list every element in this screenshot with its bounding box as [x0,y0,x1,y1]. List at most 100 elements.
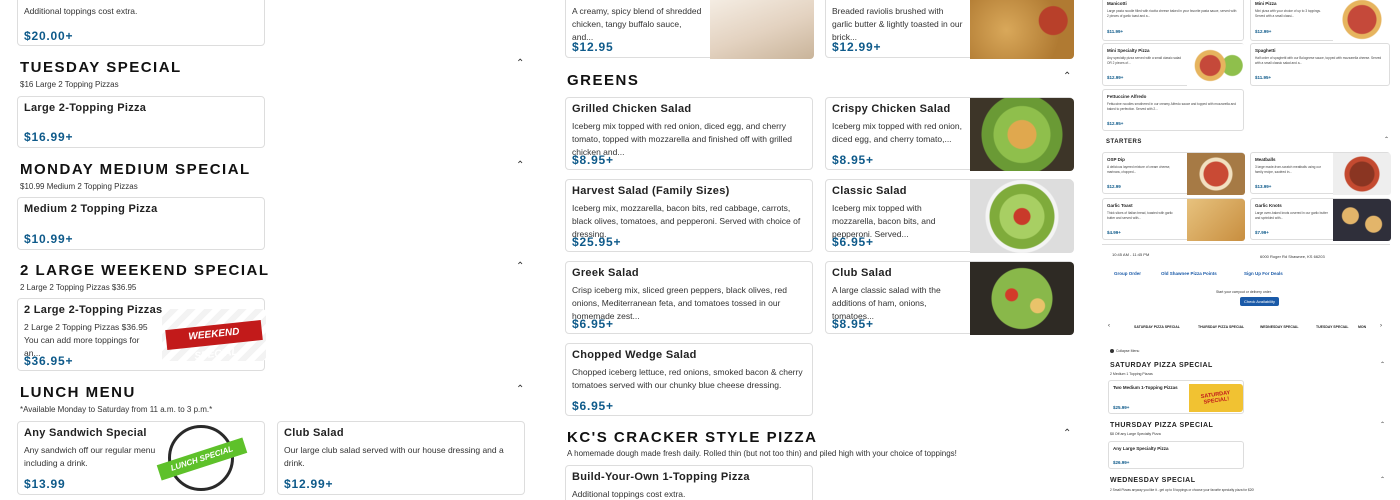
item-price: $8.95+ [832,153,874,167]
item-description: Thick slices of Italian bread, toasted w… [1107,211,1173,220]
hours-text: 10:45 AM - 11:45 PM [1112,252,1150,257]
item-description: A creamy, spicy blend of shredded chicke… [572,6,702,42]
right-mini-screenshot: Manicotti Large pasta noodle filled with… [1100,0,1392,500]
item-name: Manicotti [1107,1,1127,6]
item-price: $25.99+ [1113,405,1130,410]
nav-points[interactable]: Old Shawnee Pizza Points [1161,271,1217,276]
menu-item-card[interactable]: Greek Salad Crisp iceberg mix, sliced gr… [565,261,813,334]
tabs-prev-icon[interactable]: ‹ [1108,323,1110,329]
mini-item-card[interactable]: Manicotti Large pasta noodle filled with… [1102,0,1244,41]
mini-item-card[interactable]: Two Medium 1-Topping Pizzas $25.99+ SATU… [1108,380,1244,414]
item-name: Mini Specialty Pizza [1107,48,1150,53]
mini-item-card[interactable]: Any Large Specialty Pizza $26.99+ [1108,441,1244,469]
item-description: Iceberg mix topped with red onion, diced… [832,121,962,144]
item-name: Fettuccine Alfredo [1107,94,1147,99]
item-price: $25.95+ [572,235,622,249]
chevron-up-icon[interactable]: ⌃ [516,58,524,69]
club-salad-image [970,262,1074,335]
chevron-up-icon[interactable]: ⌃ [516,160,524,171]
menu-item-card[interactable]: Classic Salad Iceberg mix topped with mo… [825,179,1074,253]
chevron-up-icon[interactable]: ⌃ [516,384,524,395]
saturday-section-title: SATURDAY PIZZA SPECIAL [1110,362,1213,369]
menu-item-card[interactable]: Any Sandwich Special Any sandwich off ou… [17,421,265,495]
tab-tuesday[interactable]: TUESDAY SPECIAL [1316,325,1348,329]
delivery-prompt: Start your carryout or delivery order. [1216,290,1272,294]
left-menu-column: Additional toppings cost extra. $20.00+ … [0,0,540,500]
section-subtitle: A homemade dough made fresh daily. Rolle… [567,449,957,458]
wednesday-section-title: WEDNESDAY SPECIAL [1110,477,1196,484]
item-price: $6.95+ [572,317,614,331]
mini-item-card[interactable]: Fettuccine Alfredo Fettuccine noodles sm… [1102,89,1244,131]
section-title: KC'S CRACKER STYLE PIZZA [567,429,818,446]
mini-item-card[interactable]: Mini Specialty Pizza Any specialty pizza… [1102,43,1245,87]
tabs-next-icon[interactable]: › [1380,323,1382,329]
item-name: Any Large Specialty Pizza [1113,446,1169,451]
item-price: $13.99+ [1255,184,1272,189]
item-description: Breaded raviolis brushed with garlic but… [832,6,963,42]
starters-title: STARTERS [1106,139,1142,145]
crispy-chicken-salad-image [970,98,1074,171]
item-name: Club Salad [284,427,344,439]
chevron-up-icon[interactable]: ⌃ [1380,476,1385,483]
item-price: $12.95+ [1107,121,1124,126]
mini-divider [1102,244,1390,245]
tab-thursday[interactable]: THURSDAY PIZZA SPECIAL [1198,325,1244,329]
section-title: GREENS [567,72,640,89]
item-description: Additional toppings cost extra. [572,489,686,499]
menu-item-card[interactable]: Harvest Salad (Family Sizes) Iceberg mix… [565,179,813,252]
item-name: Club Salad [832,267,892,279]
menu-item-card[interactable]: A creamy, spicy blend of shredded chicke… [565,0,814,59]
menu-item-card[interactable]: Crispy Chicken Salad Iceberg mix topped … [825,97,1074,171]
mini-item-card[interactable]: Garlic Knots Large oven-baked knots cove… [1250,198,1391,241]
menu-item-card[interactable]: Build-Your-Own 1-Topping Pizza Additiona… [565,465,813,500]
mini-item-card[interactable]: Garlic Toast Thick slices of Italian bre… [1102,198,1245,241]
collapse-menu[interactable]: Collapse Menu [1110,349,1140,354]
tab-monday[interactable]: MON [1358,325,1366,329]
tab-wednesday[interactable]: WEDNESDAY SPECIAL [1260,325,1299,329]
chevron-up-icon[interactable]: ⌃ [1380,421,1385,428]
item-description: Any specialty pizza served with a small … [1107,56,1182,65]
item-name: Chopped Wedge Salad [572,349,697,361]
menu-item-card[interactable]: 2 Large 2-Topping Pizzas 2 Large 2 Toppi… [17,298,266,371]
section-title: TUESDAY SPECIAL [20,59,182,76]
mini-item-card[interactable]: Spaghetti Half order of spaghetti with o… [1250,43,1390,86]
chevron-up-icon[interactable]: ⌃ [1384,136,1389,143]
section-title: LUNCH MENU [20,384,136,401]
chevron-up-icon[interactable]: ⌃ [1380,361,1385,368]
menu-item-card[interactable]: Club Salad A large classic salad with th… [825,261,1074,335]
classic-salad-image [970,180,1074,253]
menu-item-card[interactable]: Club Salad Our large club salad served w… [277,421,525,495]
item-price: $12.95 [572,40,614,54]
collapse-label: Collapse Menu [1116,349,1140,353]
chevron-up-icon[interactable]: ⌃ [1063,428,1071,439]
menu-item-card[interactable]: Additional toppings cost extra. $20.00+ [17,0,265,46]
section-subtitle: *Available Monday to Saturday from 11 a.… [20,405,213,414]
item-description: Chopped iceberg lettuce, red onions, smo… [572,367,803,390]
item-price: $6.95+ [832,235,874,249]
section-subtitle: 2 Large 2 Topping Pizzas $36.95 [20,283,137,292]
item-description: Half order of spaghetti with our Bologne… [1255,56,1382,65]
item-price: $11.95+ [1255,75,1272,80]
item-name: Classic Salad [832,185,907,197]
item-price: $13.99 [24,477,66,491]
nav-group-order[interactable]: Group Order [1114,271,1141,276]
item-price: $7.99+ [1255,230,1269,235]
nav-sign-up[interactable]: Sign Up For Deals [1244,271,1283,276]
tab-saturday[interactable]: SATURDAY PIZZA SPECIAL [1134,325,1180,329]
menu-item-card[interactable]: Breaded raviolis brushed with garlic but… [825,0,1074,59]
mini-pizza-image [1333,0,1391,42]
mini-item-card[interactable]: Meatballs 3 large made-from-scratch meat… [1250,152,1391,195]
check-availability-button[interactable]: Check Availability [1240,297,1280,306]
mini-item-card[interactable]: OSP Dip A delicious layered mixture of c… [1102,152,1245,195]
item-price: $6.95+ [572,399,614,413]
menu-item-card[interactable]: Chopped Wedge Salad Chopped iceberg lett… [565,343,813,416]
chevron-up-icon[interactable]: ⌃ [516,261,524,272]
chevron-up-icon[interactable]: ⌃ [1063,71,1071,82]
menu-item-card[interactable]: Grilled Chicken Salad Iceberg mix topped… [565,97,813,170]
menu-item-card[interactable]: Medium 2 Topping Pizza $10.99+ [17,197,265,250]
menu-item-card[interactable]: Large 2-Topping Pizza $16.99+ [17,96,265,148]
mini-item-card[interactable]: Mini Pizza Mini pizza with your choice o… [1250,0,1391,42]
item-name: Garlic Toast [1107,203,1133,208]
center-menu-column: A creamy, spicy blend of shredded chicke… [555,0,1085,500]
item-name: Garlic Knots [1255,203,1282,208]
